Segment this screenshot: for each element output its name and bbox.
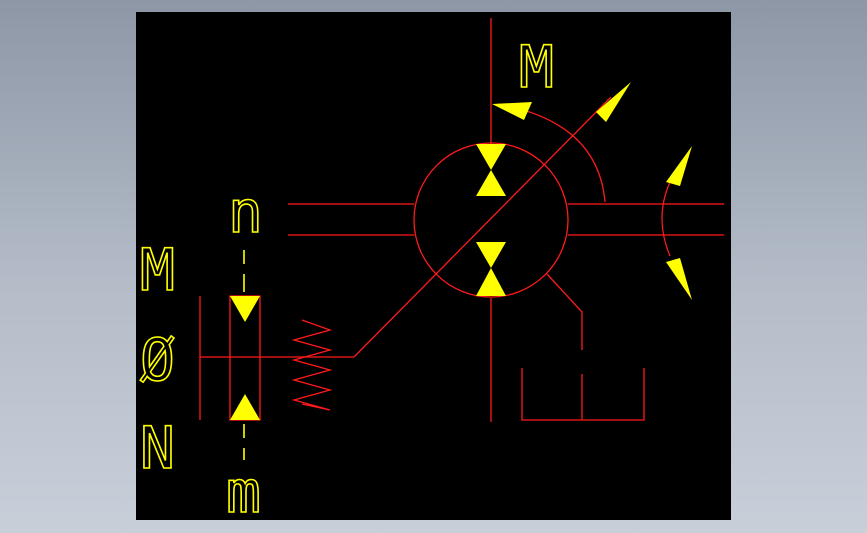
pump-arrow-lower-up (476, 268, 506, 296)
diagonal-arrowhead (596, 82, 631, 122)
rotation-arrowhead-top (666, 146, 692, 186)
cad-canvas: M n m M Ø N (136, 12, 731, 520)
spring (291, 319, 333, 411)
arc-arrowhead (492, 102, 532, 120)
valve-arrow-bottom (230, 394, 260, 420)
label-m: m (226, 458, 261, 520)
rotation-arrowhead-bottom (666, 258, 692, 300)
label-side-M: M (140, 236, 175, 304)
label-motor-top: M (519, 33, 554, 101)
pump-arrow-upper-up (476, 170, 506, 196)
label-side-O: Ø (140, 326, 175, 394)
variable-diagonal (353, 96, 612, 358)
pump-arrow-lower-down (476, 242, 506, 268)
pump-arrow-upper-down (476, 144, 506, 170)
label-side-N: N (140, 414, 175, 482)
tank-outline (521, 368, 645, 421)
rotation-arc (661, 181, 671, 257)
yellow-arrows (230, 82, 692, 420)
hydraulic-symbol-diagram: M n m M Ø N (139, 18, 724, 520)
drain-line (546, 273, 583, 350)
valve-arrow-top (230, 296, 260, 322)
red-linework (199, 18, 724, 422)
label-n: n (228, 178, 263, 246)
